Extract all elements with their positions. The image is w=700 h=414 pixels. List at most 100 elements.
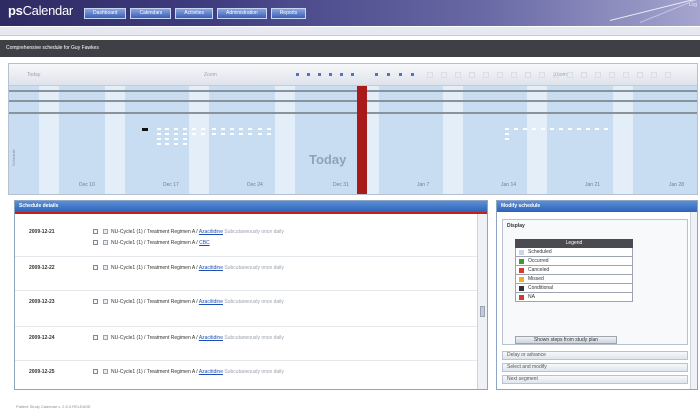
event-marker[interactable] (550, 128, 554, 130)
event-marker[interactable] (165, 133, 169, 135)
zoom-step-ghost[interactable] (595, 72, 601, 78)
event-marker[interactable] (230, 133, 234, 135)
accordion-next-segment[interactable]: Next segment (502, 375, 688, 384)
event-marker[interactable] (183, 133, 187, 135)
event-marker[interactable] (604, 128, 608, 130)
event-marker[interactable] (221, 128, 225, 130)
activity-checkbox[interactable] (93, 299, 98, 304)
zoom-step-ghost[interactable] (497, 72, 503, 78)
activity-link[interactable]: Azacitidine (199, 299, 223, 305)
show-study-plan-button[interactable]: Shown steps from study plan (515, 336, 617, 344)
zoom-step-ghost[interactable] (483, 72, 489, 78)
event-marker[interactable] (201, 133, 205, 135)
event-marker[interactable] (183, 143, 187, 145)
activity-checkbox[interactable] (93, 265, 98, 270)
event-marker[interactable] (239, 128, 243, 130)
event-marker[interactable] (505, 138, 509, 140)
nav-tab-activities[interactable]: Activities (175, 8, 213, 19)
zoom-step-ghost[interactable] (525, 72, 531, 78)
event-marker[interactable] (157, 128, 161, 130)
event-marker[interactable] (212, 133, 216, 135)
event-marker[interactable] (192, 133, 196, 135)
event-marker[interactable] (174, 128, 178, 130)
accordion-delay-advance[interactable]: Delay or advance (502, 351, 688, 360)
activity-checkbox[interactable] (93, 369, 98, 374)
zoom-step[interactable] (329, 73, 332, 76)
event-marker[interactable] (174, 138, 178, 140)
zoom-step[interactable] (340, 73, 343, 76)
nav-tab-reports[interactable]: Reports (270, 8, 307, 19)
accordion-select-modify[interactable]: Select and modify (502, 363, 688, 372)
event-marker[interactable] (586, 128, 590, 130)
activity-link[interactable]: Azacitidine (199, 265, 223, 271)
event-marker[interactable] (165, 128, 169, 130)
zoom-step[interactable] (375, 73, 378, 76)
zoom-step-ghost[interactable] (539, 72, 545, 78)
activity-checkbox[interactable] (93, 240, 98, 245)
event-marker[interactable] (505, 133, 509, 135)
event-marker[interactable] (183, 138, 187, 140)
scrollbar-thumb[interactable] (480, 306, 485, 317)
zoom-step[interactable] (351, 73, 354, 76)
event-marker[interactable] (201, 128, 205, 130)
zoom-step[interactable] (399, 73, 402, 76)
event-marker[interactable] (221, 133, 225, 135)
event-marker[interactable] (258, 133, 262, 135)
activity-link[interactable]: Azacitidine (199, 229, 223, 235)
nav-tab-calendars[interactable]: Calendars (130, 8, 172, 19)
event-marker[interactable] (267, 128, 271, 130)
zoom-step-ghost[interactable] (469, 72, 475, 78)
timeline-today-link[interactable]: Today (27, 72, 40, 78)
event-marker[interactable] (157, 133, 161, 135)
zoom-step-ghost[interactable] (427, 72, 433, 78)
event-marker[interactable] (258, 128, 262, 130)
event-marker[interactable] (212, 128, 216, 130)
zoom-step-ghost[interactable] (581, 72, 587, 78)
event-marker[interactable] (157, 138, 161, 140)
nav-tab-administration[interactable]: Administration (217, 8, 267, 19)
header-logout-link[interactable]: Log (689, 2, 697, 8)
zoom-step[interactable] (318, 73, 321, 76)
event-marker[interactable] (595, 128, 599, 130)
event-marker[interactable] (532, 128, 536, 130)
event-marker[interactable] (183, 128, 187, 130)
event-marker[interactable] (577, 128, 581, 130)
event-marker[interactable] (239, 133, 243, 135)
zoom-step[interactable] (296, 73, 299, 76)
event-marker[interactable] (230, 128, 234, 130)
event-marker[interactable] (248, 133, 252, 135)
schedule-timeline[interactable]: Today Zoom Zoom Schedule Today Dec 10 Dec… (8, 63, 698, 195)
nav-tab-dashboard[interactable]: Dashboard (84, 8, 127, 19)
event-marker[interactable] (267, 133, 271, 135)
zoom-step-ghost[interactable] (623, 72, 629, 78)
event-marker[interactable] (568, 128, 572, 130)
event-marker[interactable] (165, 143, 169, 145)
event-marker[interactable] (248, 128, 252, 130)
schedule-scrollbar[interactable] (477, 214, 487, 389)
zoom-step-ghost[interactable] (511, 72, 517, 78)
zoom-step-ghost[interactable] (665, 72, 671, 78)
zoom-step-ghost[interactable] (441, 72, 447, 78)
event-marker[interactable] (157, 143, 161, 145)
zoom-step-ghost[interactable] (455, 72, 461, 78)
zoom-step-ghost[interactable] (609, 72, 615, 78)
zoom-step-ghost[interactable] (651, 72, 657, 78)
event-marker[interactable] (559, 128, 563, 130)
zoom-step[interactable] (411, 73, 414, 76)
activity-link[interactable]: Azacitidine (199, 369, 223, 375)
event-marker[interactable] (541, 128, 545, 130)
activity-checkbox[interactable] (93, 229, 98, 234)
event-marker[interactable] (514, 128, 518, 130)
modify-scrollbar[interactable] (690, 212, 697, 389)
zoom-step[interactable] (307, 73, 310, 76)
event-marker[interactable] (165, 138, 169, 140)
zoom-step-ghost[interactable] (553, 72, 559, 78)
event-marker[interactable] (523, 128, 527, 130)
event-marker[interactable] (174, 133, 178, 135)
event-marker[interactable] (505, 128, 509, 130)
app-logo[interactable]: psCalendar (8, 3, 73, 18)
zoom-step-ghost[interactable] (637, 72, 643, 78)
activity-link[interactable]: Azacitidine (199, 335, 223, 341)
event-marker[interactable] (142, 128, 148, 131)
zoom-step-ghost[interactable] (567, 72, 573, 78)
